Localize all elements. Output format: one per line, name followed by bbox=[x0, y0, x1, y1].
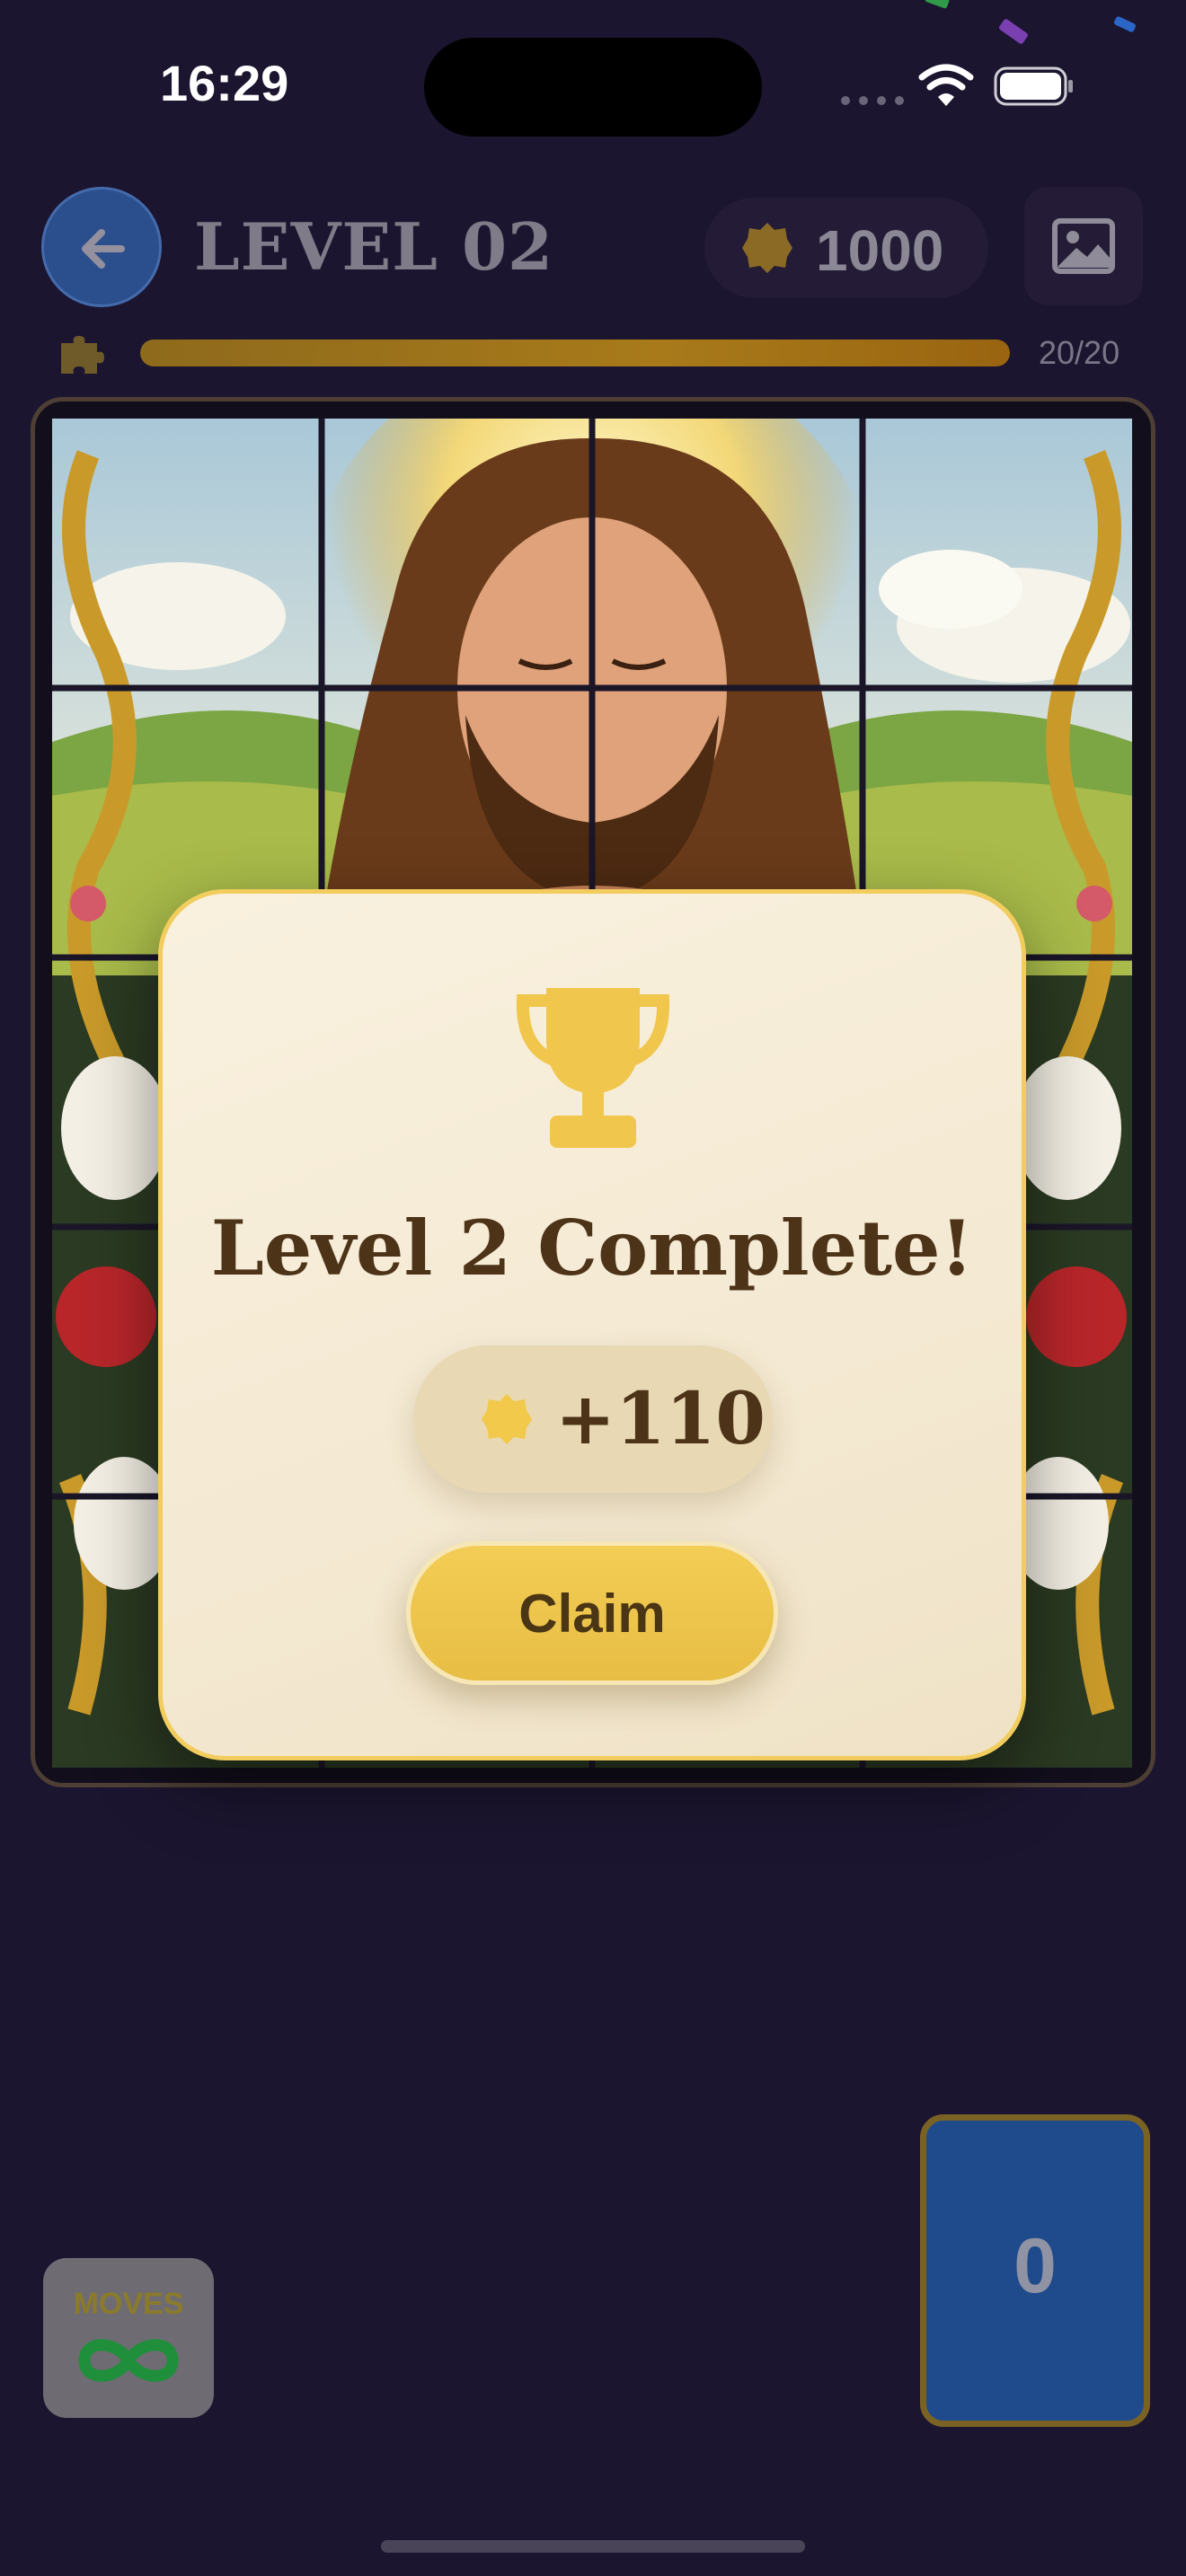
coin-balance-value: 1000 bbox=[816, 218, 944, 283]
confetti-piece bbox=[997, 18, 1030, 45]
confetti-piece bbox=[924, 0, 951, 10]
cellular-signal-icon bbox=[841, 93, 915, 105]
moves-label: MOVES bbox=[73, 2287, 184, 2321]
counter-value: 0 bbox=[1013, 2223, 1057, 2309]
coin-reward-badge: +110 bbox=[413, 1345, 773, 1493]
coin-balance: 1000 bbox=[704, 198, 988, 298]
level-title: LEVEL 02 bbox=[194, 208, 554, 285]
back-button[interactable] bbox=[41, 187, 162, 307]
infinity-icon bbox=[74, 2332, 183, 2394]
dialog-title: Level 2 Complete! bbox=[210, 1204, 974, 1292]
level-progress-fill bbox=[140, 340, 1010, 366]
dynamic-island bbox=[424, 38, 762, 137]
level-progress-text: 20/20 bbox=[1039, 334, 1120, 371]
puzzle-piece-icon bbox=[58, 334, 111, 380]
coin-icon bbox=[482, 1394, 532, 1444]
coin-icon bbox=[742, 223, 792, 273]
confetti-piece bbox=[1113, 15, 1137, 33]
trophy-icon bbox=[514, 975, 672, 1156]
arrow-left-icon bbox=[82, 229, 125, 269]
view-image-button[interactable] bbox=[1024, 187, 1143, 305]
level-progress-bar bbox=[140, 340, 1010, 366]
status-time: 16:29 bbox=[160, 55, 289, 111]
wifi-icon bbox=[918, 63, 974, 108]
coin-reward-value: +110 bbox=[555, 1376, 766, 1460]
battery-icon bbox=[994, 66, 1075, 106]
claim-button[interactable]: Claim bbox=[406, 1541, 778, 1685]
image-icon bbox=[1052, 218, 1115, 274]
home-indicator[interactable] bbox=[381, 2540, 805, 2553]
